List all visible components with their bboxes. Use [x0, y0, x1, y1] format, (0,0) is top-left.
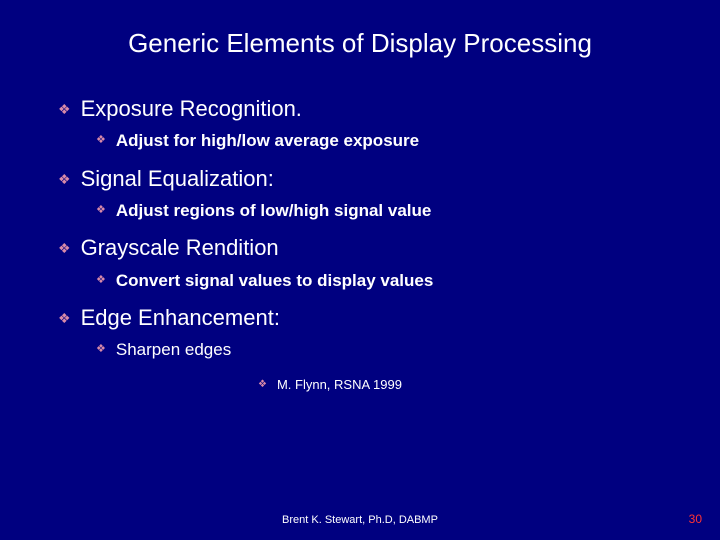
- diamond-icon: ❖: [58, 102, 71, 116]
- list-item: ❖ Edge Enhancement:: [58, 305, 680, 331]
- list-item: ❖ Exposure Recognition.: [58, 96, 680, 122]
- subitem-label: Adjust regions of low/high signal value: [116, 200, 431, 221]
- slide-content: ❖ Exposure Recognition. ❖ Adjust for hig…: [58, 96, 680, 392]
- diamond-icon: ❖: [96, 344, 106, 355]
- item-label: Exposure Recognition.: [81, 96, 302, 122]
- list-item: ❖ Signal Equalization:: [58, 166, 680, 192]
- diamond-icon: ❖: [96, 135, 106, 146]
- list-subitem: ❖ Convert signal values to display value…: [96, 270, 680, 291]
- footer-author: Brent K. Stewart, Ph.D, DABMP: [0, 514, 720, 526]
- item-label: Edge Enhancement:: [81, 305, 280, 331]
- list-subitem: ❖ Adjust for high/low average exposure: [96, 130, 680, 151]
- list-item: ❖ Grayscale Rendition: [58, 235, 680, 261]
- subitem-label: Adjust for high/low average exposure: [116, 130, 419, 151]
- list-subitem: ❖ Adjust regions of low/high signal valu…: [96, 200, 680, 221]
- subitem-label: Sharpen edges: [116, 339, 231, 360]
- diamond-icon: ❖: [96, 205, 106, 216]
- citation-line: ❖ M. Flynn, RSNA 1999: [258, 377, 680, 392]
- diamond-icon: ❖: [96, 275, 106, 286]
- list-subitem: ❖ Sharpen edges: [96, 339, 680, 360]
- item-label: Grayscale Rendition: [81, 235, 279, 261]
- diamond-icon: ❖: [58, 311, 71, 325]
- diamond-icon: ❖: [58, 241, 71, 255]
- slide-title: Generic Elements of Display Processing: [0, 28, 720, 59]
- citation-text: M. Flynn, RSNA 1999: [277, 377, 402, 392]
- footer-page-number: 30: [689, 512, 702, 526]
- diamond-icon: ❖: [258, 380, 267, 390]
- diamond-icon: ❖: [58, 172, 71, 186]
- subitem-label: Convert signal values to display values: [116, 270, 433, 291]
- item-label: Signal Equalization:: [81, 166, 274, 192]
